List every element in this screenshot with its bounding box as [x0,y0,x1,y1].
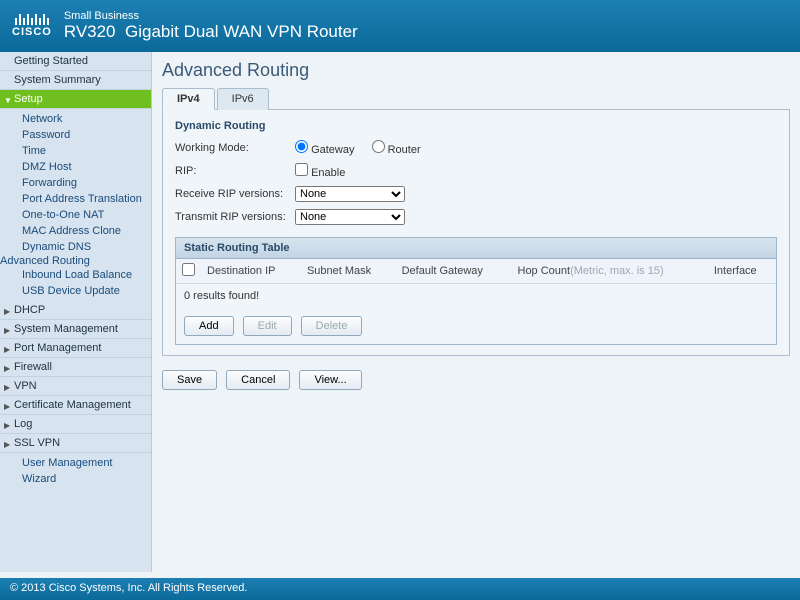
radio-router-label[interactable]: Router [372,144,421,156]
caret-right-icon: ▶ [4,364,10,373]
edit-button[interactable]: Edit [243,316,292,336]
nav-password[interactable]: Password [0,127,151,143]
caret-right-icon: ▶ [4,383,10,392]
nav-usb[interactable]: USB Device Update [0,283,151,299]
ipv4-panel: Dynamic Routing Working Mode: Gateway Ro… [162,110,790,356]
footer: © 2013 Cisco Systems, Inc. All Rights Re… [0,578,800,600]
nav-forwarding[interactable]: Forwarding [0,175,151,191]
nav-mac[interactable]: MAC Address Clone [0,223,151,239]
nav-setup[interactable]: ▼Setup [0,90,151,109]
app-header: CISCO Small Business RV320 Gigabit Dual … [0,0,800,52]
receive-rip-select[interactable]: None [295,186,405,202]
small-business-label: Small Business [64,10,358,22]
section-dynamic-routing: Dynamic Routing [175,120,777,132]
view-button[interactable]: View... [299,370,361,390]
nav-ilb[interactable]: Inbound Load Balance [0,267,151,283]
rip-label: RIP: [175,165,295,177]
add-button[interactable]: Add [184,316,234,336]
nav-nat[interactable]: One-to-One NAT [0,207,151,223]
working-mode-label: Working Mode: [175,142,295,154]
static-routing-table: Static Routing Table Destination IP Subn… [175,237,777,345]
caret-right-icon: ▶ [4,421,10,430]
model-label: RV320 [64,22,116,41]
nav-firewall[interactable]: ▶Firewall [0,358,151,377]
tab-ipv4[interactable]: IPv4 [162,88,215,110]
nav-pat[interactable]: Port Address Translation [0,191,151,207]
nav-vpn[interactable]: ▶VPN [0,377,151,396]
nav-getting-started[interactable]: Getting Started [0,52,151,71]
nav-ddns[interactable]: Dynamic DNS [0,239,151,255]
brand-text: CISCO [12,26,52,38]
transmit-rip-label: Transmit RIP versions: [175,211,295,223]
nav-dmz[interactable]: DMZ Host [0,159,151,175]
transmit-rip-select[interactable]: None [295,209,405,225]
table-title: Static Routing Table [176,238,776,259]
tab-bar: IPv4 IPv6 [162,87,790,110]
nav-sysman[interactable]: ▶System Management [0,320,151,339]
nav-portman[interactable]: ▶Port Management [0,339,151,358]
cisco-logo: CISCO [12,14,52,38]
delete-button[interactable]: Delete [301,316,363,336]
rip-enable-label[interactable]: Enable [295,163,345,179]
nav-time[interactable]: Time [0,143,151,159]
nav-log[interactable]: ▶Log [0,415,151,434]
col-hop: Hop Count(Metric, max. is 15) [512,259,708,284]
caret-right-icon: ▶ [4,402,10,411]
sidebar: Getting Started System Summary ▼Setup Ne… [0,52,152,572]
radio-router[interactable] [372,140,385,153]
rip-enable-checkbox[interactable] [295,163,308,176]
nav-network[interactable]: Network [0,111,151,127]
caret-right-icon: ▶ [4,326,10,335]
nav-userman[interactable]: User Management [0,455,151,471]
empty-results: 0 results found! [176,284,776,308]
nav-wizard[interactable]: Wizard [0,471,151,487]
select-all-checkbox[interactable] [182,263,195,276]
col-iface: Interface [708,259,776,284]
content-area: Advanced Routing IPv4 IPv6 Dynamic Routi… [152,52,800,572]
nav-advanced-routing[interactable]: Advanced Routing [0,255,90,267]
nav-sslvpn[interactable]: ▶SSL VPN [0,434,151,453]
nav-system-summary[interactable]: System Summary [0,71,151,90]
nav-dhcp[interactable]: ▶DHCP [0,301,151,320]
caret-right-icon: ▶ [4,345,10,354]
receive-rip-label: Receive RIP versions: [175,188,295,200]
page-title: Advanced Routing [162,60,790,81]
cancel-button[interactable]: Cancel [226,370,290,390]
radio-gateway-label[interactable]: Gateway [295,144,354,156]
caret-right-icon: ▶ [4,440,10,449]
caret-right-icon: ▶ [4,307,10,316]
tab-ipv6[interactable]: IPv6 [217,88,269,110]
col-mask: Subnet Mask [301,259,396,284]
model-desc: Gigabit Dual WAN VPN Router [125,22,358,41]
caret-down-icon: ▼ [4,96,12,105]
radio-gateway[interactable] [295,140,308,153]
col-gw: Default Gateway [396,259,512,284]
col-dest: Destination IP [201,259,301,284]
save-button[interactable]: Save [162,370,217,390]
nav-certman[interactable]: ▶Certificate Management [0,396,151,415]
